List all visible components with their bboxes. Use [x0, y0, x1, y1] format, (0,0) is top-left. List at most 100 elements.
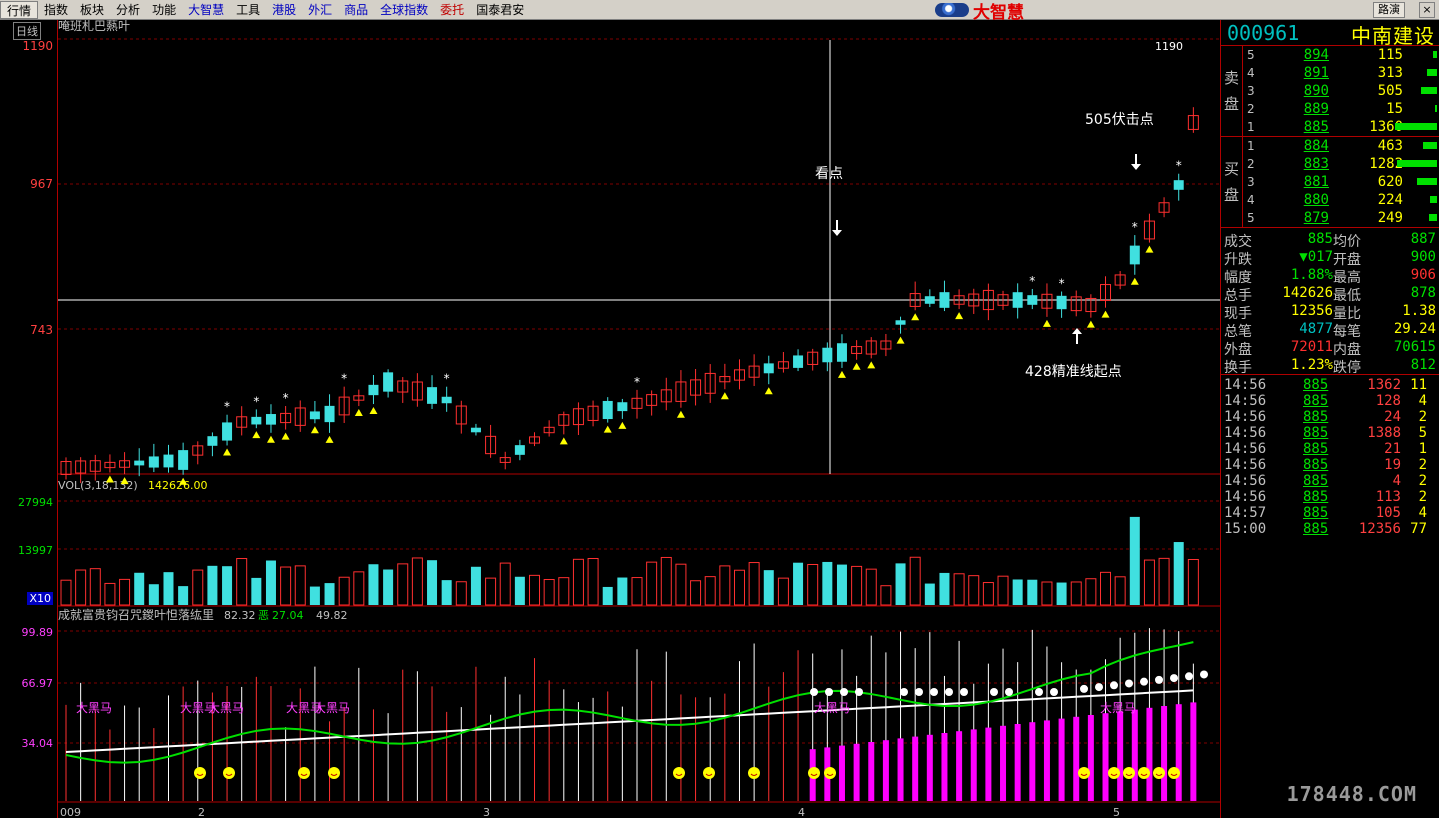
tick-volume: 113 — [1375, 489, 1401, 505]
tick-price: 885 — [1303, 457, 1329, 473]
buy-row[interactable]: 3 881 620 — [1221, 173, 1439, 191]
signal-triangle — [310, 426, 319, 434]
volume-bar — [1056, 582, 1067, 605]
volume-bar — [1114, 576, 1126, 606]
quote-panel: 000961 中南建设 卖 盘 5 894 115 4 891 313 3 890 505 2 88… — [1220, 20, 1439, 818]
stat-value: 4877 — [1299, 321, 1333, 337]
candle-body — [251, 416, 262, 425]
annotation-kandian: 看点 — [815, 166, 843, 182]
sell-volume: 313 — [1377, 65, 1403, 81]
signal-triangle — [837, 370, 846, 378]
stock-code[interactable]: 000961 — [1227, 21, 1299, 45]
menu-item-quanqiu[interactable]: 全球指数 — [374, 1, 434, 19]
buy-row[interactable]: 2 883 1282 — [1221, 155, 1439, 173]
tick-count: 77 — [1410, 521, 1427, 537]
tick-row[interactable]: 14:56 885 4 2 — [1221, 473, 1439, 489]
menu-item-dazhihui[interactable]: 大智慧 — [182, 1, 230, 19]
menu-item-gongneng[interactable]: 功能 — [146, 1, 182, 19]
smiley-icon — [1168, 767, 1180, 779]
smiley-icon — [1153, 767, 1165, 779]
candle-body — [602, 400, 613, 420]
sell-row[interactable]: 2 889 15 — [1221, 100, 1439, 118]
indicator-dot — [840, 688, 848, 696]
candle-body — [763, 363, 774, 374]
volume-bar — [924, 583, 935, 605]
volume-bar — [704, 576, 716, 606]
tick-time: 14:56 — [1224, 457, 1267, 473]
sell-price: 889 — [1303, 101, 1329, 117]
signal-star: * — [1029, 274, 1035, 288]
signal-triangle — [354, 409, 363, 417]
buy-row[interactable]: 4 880 224 — [1221, 191, 1439, 209]
indicator-magenta-bar — [985, 727, 992, 801]
smiley-icon — [824, 767, 836, 779]
menu-item-fenxi[interactable]: 分析 — [110, 1, 146, 19]
candle-body — [441, 396, 452, 404]
indicator-dot — [855, 688, 863, 696]
menu-item-ganggu[interactable]: 港股 — [266, 1, 302, 19]
stat-value: 29.24 — [1393, 321, 1436, 337]
sell-level: 4 — [1247, 66, 1255, 80]
chart-canvas[interactable]: 唵班札巴爇叶VOL(3,18,132) 142626.00成就富贵钧召咒鍐叶怛落纮… — [58, 20, 1220, 818]
volume-bar — [207, 565, 218, 605]
signal-triangle — [1145, 245, 1154, 253]
tick-price: 885 — [1303, 505, 1329, 521]
close-icon[interactable]: × — [1419, 2, 1435, 18]
volume-bar — [587, 558, 599, 606]
tick-list[interactable]: 14:56 885 1362 11 14:56 885 128 4 14:56 885 24 2 14:… — [1221, 375, 1439, 537]
sell-row[interactable]: 5 894 115 — [1221, 46, 1439, 64]
tick-row[interactable]: 14:56 885 21 1 — [1221, 441, 1439, 457]
roadshow-button[interactable]: 路演 — [1373, 2, 1405, 18]
menu-item-shangpin[interactable]: 商品 — [338, 1, 374, 19]
tick-row[interactable]: 14:56 885 113 2 — [1221, 489, 1439, 505]
volume-bar — [455, 581, 467, 606]
tick-row[interactable]: 14:56 885 1362 11 — [1221, 377, 1439, 393]
menu-item-zhishu[interactable]: 指数 — [38, 1, 74, 19]
stat-value: 878 — [1410, 285, 1436, 301]
sell-row[interactable]: 1 885 1360 — [1221, 118, 1439, 136]
tick-row[interactable]: 14:56 885 128 4 — [1221, 393, 1439, 409]
indicator-dot — [1140, 677, 1148, 686]
buy-row[interactable]: 1 884 463 — [1221, 137, 1439, 155]
volume-bar — [880, 585, 892, 606]
kline-chart[interactable]: 唵班札巴爇叶 VOL(3,18,132) 142626.00 成就富贵钧召咒鍐叶怛落纮… — [58, 20, 1220, 818]
buy-volume-bar — [1423, 142, 1437, 149]
menu-item-broker[interactable]: 国泰君安 — [470, 1, 530, 19]
signal-triangle — [1086, 320, 1095, 328]
peak-value-label: 1190 — [1155, 40, 1183, 53]
tick-row[interactable]: 14:56 885 19 2 — [1221, 457, 1439, 473]
tick-row[interactable]: 14:56 885 1388 5 — [1221, 425, 1439, 441]
indicator-magenta-bar — [926, 734, 933, 801]
menu-item-bankuai[interactable]: 板块 — [74, 1, 110, 19]
menu-item-gongju[interactable]: 工具 — [230, 1, 266, 19]
candle-body — [427, 387, 438, 404]
stat-key: 跌停 — [1333, 360, 1361, 376]
tick-count: 11 — [1410, 377, 1427, 393]
buy-volume: 249 — [1377, 210, 1403, 226]
tick-row[interactable]: 14:56 885 24 2 — [1221, 409, 1439, 425]
down-arrow-icon — [1131, 154, 1141, 170]
tick-time: 15:00 — [1224, 521, 1267, 537]
sell-row[interactable]: 4 891 313 — [1221, 64, 1439, 82]
menu-item-weituo[interactable]: 委托 — [434, 1, 470, 19]
volume-bar — [777, 577, 789, 606]
candle-body — [1173, 180, 1184, 190]
tick-volume: 105 — [1375, 505, 1401, 521]
period-label[interactable]: 日线 — [13, 22, 41, 40]
sell-volume: 15 — [1386, 101, 1403, 117]
tick-row[interactable]: 15:00 885 12356 77 — [1221, 521, 1439, 537]
signal-triangle — [223, 448, 232, 456]
buy-row[interactable]: 5 879 249 — [1221, 209, 1439, 227]
menu-item-waihui[interactable]: 外汇 — [302, 1, 338, 19]
price-axis-mid: 967 — [30, 177, 53, 191]
volume-bar — [222, 566, 233, 605]
signal-triangle — [1101, 310, 1110, 318]
menu-item-hangqing[interactable]: 行情 — [0, 0, 39, 19]
tick-row[interactable]: 14:57 885 105 4 — [1221, 505, 1439, 521]
volume-bar — [280, 566, 292, 606]
stat-value: 72011 — [1290, 339, 1333, 355]
stat-value: 70615 — [1393, 339, 1436, 355]
sell-row[interactable]: 3 890 505 — [1221, 82, 1439, 100]
indicator-magenta-bar — [941, 733, 948, 801]
smiley-icon — [328, 767, 340, 779]
